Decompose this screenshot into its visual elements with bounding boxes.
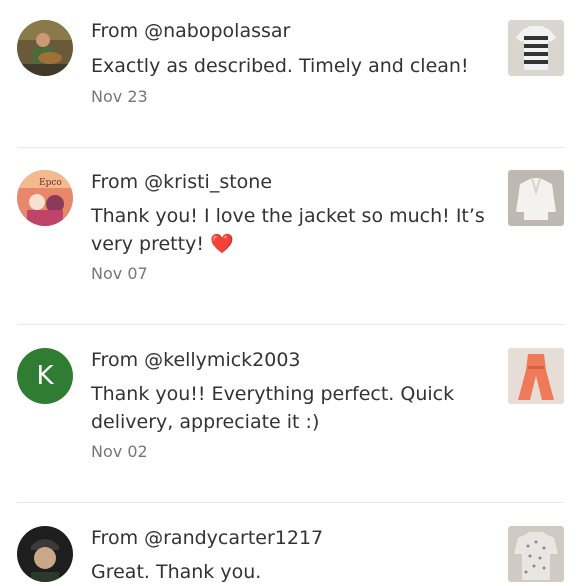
reviewer-avatar[interactable] — [17, 526, 73, 582]
product-thumbnail[interactable] — [508, 170, 564, 226]
product-thumbnail[interactable] — [508, 348, 564, 404]
reviewer-avatar[interactable] — [17, 20, 73, 76]
review-message-text: Thank you! I love the jacket so much! It… — [91, 205, 485, 255]
reviewer-avatar[interactable]: Epco — [17, 170, 73, 226]
review-date: Nov 02 — [91, 442, 148, 461]
divider — [17, 502, 564, 503]
divider — [17, 147, 564, 148]
review-author[interactable]: From @randycarter1217 — [91, 527, 323, 549]
review-message: Exactly as described. Timely and clean! — [91, 55, 469, 77]
review-date: Nov 23 — [91, 87, 148, 106]
product-thumbnail[interactable] — [508, 20, 564, 76]
review-message: Great. Thank you. — [91, 561, 262, 583]
review-message: Thank you!! Everything perfect. Quick de… — [91, 383, 455, 433]
review-author[interactable]: From @kellymick2003 — [91, 349, 301, 371]
review-date: Nov 07 — [91, 264, 148, 283]
reviewer-avatar[interactable]: K — [17, 348, 73, 404]
review-author[interactable]: From @nabopolassar — [91, 20, 290, 42]
review-author[interactable]: From @kristi_stone — [91, 171, 272, 193]
product-thumbnail[interactable] — [508, 526, 564, 582]
svg-text:Epco: Epco — [39, 178, 62, 188]
divider — [17, 324, 564, 325]
review-message: Thank you! I love the jacket so much! It… — [91, 202, 491, 258]
heart-emoji-icon: ❤️ — [209, 233, 234, 255]
